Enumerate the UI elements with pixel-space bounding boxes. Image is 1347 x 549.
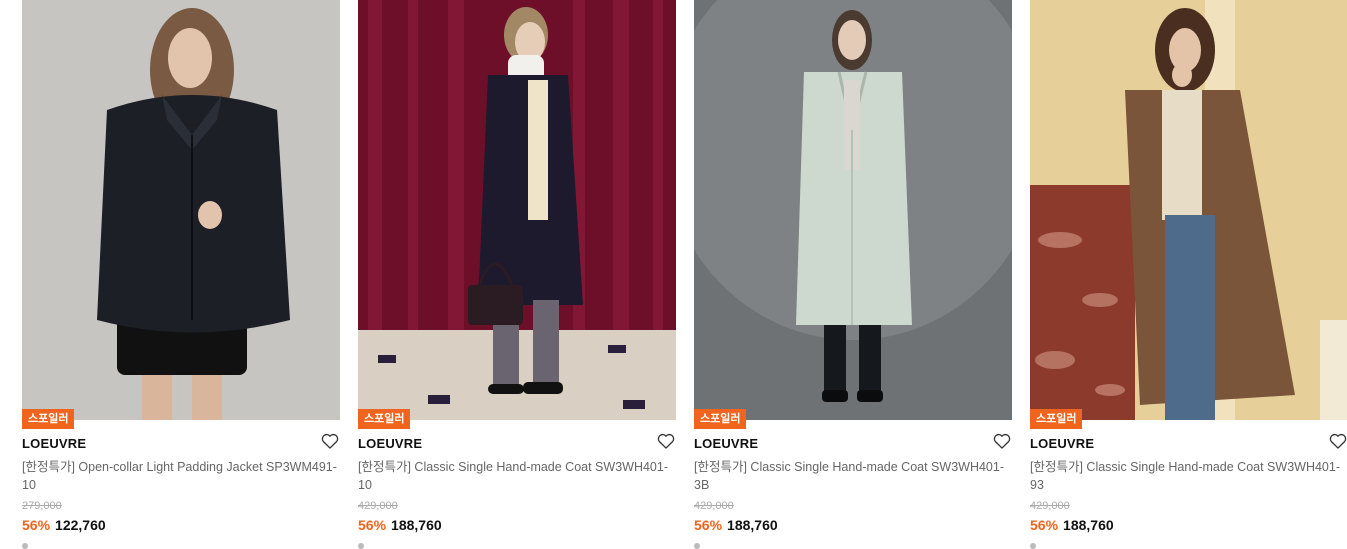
product-name[interactable]: [한정특가] Classic Single Hand-made Coat SW3… [358,458,676,494]
product-image[interactable] [1030,0,1347,420]
product-photo [1030,0,1347,420]
spoiler-badge: 스포일러 [358,409,411,429]
spoiler-badge: 스포일러 [22,409,75,429]
sale-price: 122,760 [55,517,106,533]
sale-price-row: 56% 188,760 [694,517,778,533]
sale-price-row: 56% 122,760 [22,517,106,533]
product-card[interactable]: 스포일러 LOEUVRE [한정특가] Classic Single Hand-… [358,0,676,549]
product-image[interactable] [358,0,676,420]
sale-price: 188,760 [1063,517,1114,533]
product-card[interactable]: 스포일러 LOEUVRE [한정특가] Classic Single Hand-… [694,0,1012,549]
sale-price-row: 56% 188,760 [1030,517,1114,533]
heart-icon[interactable] [320,431,340,451]
product-image[interactable] [22,0,340,420]
original-price: 279,000 [22,500,62,512]
heart-icon[interactable] [656,431,676,451]
product-name[interactable]: [한정특가] Classic Single Hand-made Coat SW3… [1030,458,1347,494]
original-price: 429,000 [358,500,398,512]
product-image[interactable] [694,0,1012,420]
brand-name[interactable]: LOEUVRE [358,436,422,451]
heart-icon[interactable] [992,431,1012,451]
original-price: 429,000 [1030,500,1070,512]
discount-rate: 56% [358,517,387,533]
product-name[interactable]: [한정특가] Open-collar Light Padding Jacket … [22,458,340,494]
discount-rate: 56% [694,517,723,533]
indicator-dot [694,543,700,549]
sale-price-row: 56% 188,760 [358,517,442,533]
brand-name[interactable]: LOEUVRE [694,436,758,451]
spoiler-badge: 스포일러 [694,409,747,429]
sale-price: 188,760 [391,517,442,533]
brand-name[interactable]: LOEUVRE [22,436,86,451]
product-photo [694,0,1012,420]
sale-price: 188,760 [727,517,778,533]
spoiler-badge: 스포일러 [1030,409,1083,429]
product-card[interactable]: 스포일러 LOEUVRE [한정특가] Open-collar Light Pa… [22,0,340,549]
product-photo [358,0,676,420]
indicator-dot [22,543,28,549]
heart-icon[interactable] [1328,431,1347,451]
product-name[interactable]: [한정특가] Classic Single Hand-made Coat SW3… [694,458,1012,494]
discount-rate: 56% [22,517,51,533]
indicator-dot [1030,543,1036,549]
discount-rate: 56% [1030,517,1059,533]
brand-name[interactable]: LOEUVRE [1030,436,1094,451]
product-card[interactable]: 스포일러 LOEUVRE [한정특가] Classic Single Hand-… [1030,0,1347,549]
indicator-dot [358,543,364,549]
original-price: 429,000 [694,500,734,512]
product-photo [22,0,340,420]
